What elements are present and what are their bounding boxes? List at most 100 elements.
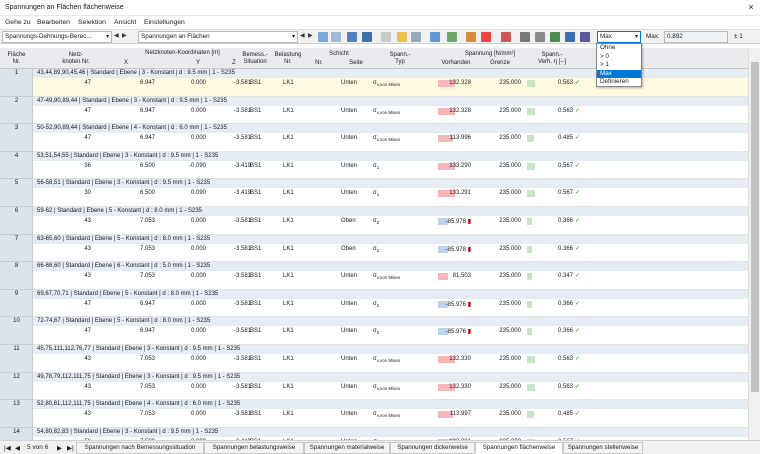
color-icon[interactable] [550,32,560,42]
columns-icon[interactable] [430,32,440,42]
close-button[interactable]: × [746,3,756,13]
scrollbar-thumb[interactable] [751,62,759,392]
table-row[interactable]: 10 72-74,67 | Standard | Ebene | 5 - Kons… [0,317,748,345]
zoom-icon[interactable] [535,32,545,42]
table-row[interactable]: 12 49,78,79,112,111,75 | Standard | Ebene… [0,372,748,401]
last-page-icon[interactable]: ▶| [67,444,74,452]
row-number-cell[interactable]: 3 [0,124,33,152]
table-row[interactable]: 5 56-58,51 | Standard | Ebene | 3 - Konst… [0,179,748,207]
first-page-icon[interactable]: |◀ [4,444,11,452]
dropdown-option[interactable]: > 0 [597,53,641,62]
tab-0[interactable]: Spannungen nach Bemessungssituation [76,442,204,454]
module-combo[interactable]: Spannungs-Dehnungs-Berec... ▾ [2,31,112,43]
data-row[interactable]: 43 7.053 0.000 -3.581 BS1 LK1 Unten σv,von Mise… [33,409,748,428]
dropdown-option[interactable]: > 1 [597,61,641,70]
lk-cell: LK1 [283,383,294,390]
table-icon[interactable] [381,32,391,42]
knoten-cell: 47 [84,135,91,142]
data-row[interactable]: 47 6.947 0.000 -3.581 BS1 LK1 Unten σ2 -85.976 ▮… [33,298,748,318]
row-number-cell[interactable]: 7 [0,234,33,263]
window: Spannungen an Flächen flächenweise × Geh… [0,0,760,454]
next-arrow-icon[interactable]: ▶ [122,32,127,39]
filter-icon[interactable] [466,32,476,42]
table-row[interactable]: 8 66-68,60 | Standard | Ebene | 6 - Konst… [0,262,748,290]
search-icon[interactable] [520,32,530,42]
y-cell: 0.000 [190,245,206,252]
tab-5[interactable]: Spannungen stellenweise [563,442,643,454]
data-row[interactable]: 43 7.053 0.000 -3.581 BS1 LK1 Unten σv,von Mise… [33,354,748,373]
ratio-bar [527,273,532,281]
z-cell: -3.581 [233,356,251,362]
print-icon[interactable] [580,32,590,42]
numbers-icon[interactable] [362,32,372,42]
table-row[interactable]: 6 59-62 | Standard | Ebene | 5 - Konstant… [0,207,748,235]
tab-4[interactable]: Spannungen flächenweise [475,442,563,454]
tab-3[interactable]: Spannungen dickenweise [390,442,475,454]
prev-arrow-icon[interactable]: ◀ [114,32,119,39]
table-row[interactable]: 3 50-52,90,89,44 | Standard | Ebene | 4 -… [0,124,748,152]
table-row[interactable]: 4 53,51,54,55 | Standard | Ebene | 3 - Ko… [0,151,748,180]
knoten-cell: 43 [84,245,91,252]
table-row[interactable]: 11 45,75,111,112,76,77 | Standard | Ebene… [0,345,748,373]
prev-arrow-icon[interactable]: ◀ [300,32,305,39]
next-arrow-icon[interactable]: ▶ [308,32,313,39]
sort-icon[interactable] [481,32,491,42]
tab-2[interactable]: Spannungen materialweise [304,442,390,454]
table-row[interactable]: 13 52,80,81,112,111,75 | Standard | Ebene… [0,400,748,428]
knoten-cell: 43 [84,411,91,418]
ratio-bar [527,162,535,170]
dropdown-option[interactable]: Max [597,69,641,78]
vorhanden-cell: 133.290 [449,162,471,169]
flag-icon[interactable] [501,32,511,42]
data-row[interactable]: 43 7.053 0.000 -3.581 BS1 LK1 Unten σv,von Mise… [33,381,748,401]
table-row[interactable]: 14 54,80,82,83 | Standard | Ebene | 3 - K… [0,427,748,440]
dropdown-option[interactable]: Definieren [597,78,641,87]
menu-item-ansicht[interactable]: Ansicht [114,19,136,26]
data-row[interactable]: 36 6.500 -0.090 -3.419 BS1 LK1 Unten σ1 133.290 2… [33,160,748,180]
folder-icon[interactable] [397,32,407,42]
table-row[interactable]: 2 47-49,90,89,44 | Standard | Ebene | 3 -… [0,96,748,125]
result-combo[interactable]: Spannungen an Flächen ▾ [138,31,298,43]
data-row[interactable]: 43 7.053 0.000 -3.581 BS1 LK1 Oben σ2 -85.978 ▮ 2… [33,243,748,263]
max-value-field[interactable]: 0.892 [664,31,728,43]
row-number-cell[interactable]: 4 [0,151,33,180]
row-number-cell[interactable]: 13 [0,400,33,428]
table-row[interactable]: 9 69,67,70,71 | Standard | Ebene | 5 - Ko… [0,289,748,318]
data-row[interactable]: 47 6.947 0.000 -3.581 BS1 LK1 Unten σv,von Mise… [33,133,748,152]
data-row[interactable]: 30 6.500 0.090 -3.419 BS1 LK1 Unten σ1 133.291 23… [33,188,748,207]
table-row[interactable]: 7 63-65,60 | Standard | Ebene | 5 - Konst… [0,234,748,263]
menu-item-einstellungen[interactable]: Einstellungen [144,19,185,26]
select-icon[interactable] [318,32,328,42]
export-icon[interactable] [447,32,457,42]
data-row[interactable]: 47 6.947 0.000 -3.581 BS1 LK1 Unten σ2 -85.976 ▮… [33,326,748,345]
menu-item-bearbeiten[interactable]: Bearbeiten [37,19,70,26]
pick-icon[interactable] [331,32,341,42]
filter-dropdown-list[interactable]: Ohne > 0 > 1 Max Definieren [596,43,642,87]
data-row[interactable]: 43 7.053 0.000 -3.581 BS1 LK1 Oben σ2 -85.978 ▮ 2… [33,216,748,235]
row-number-cell[interactable]: 11 [0,345,33,373]
row-number-cell[interactable]: 12 [0,372,33,401]
data-row[interactable]: 43 7.053 0.000 -3.581 BS1 LK1 Unten σv,von Mise… [33,271,748,290]
menu-item-gehe-zu[interactable]: Gehe zu [5,19,31,26]
menu-item-selektion[interactable]: Selektion [78,19,106,26]
row-number-cell[interactable]: 10 [0,317,33,345]
settings-icon[interactable] [565,32,575,42]
data-row[interactable]: 47 6.947 0.000 -3.581 BS1 LK1 Unten σv,von Mise… [33,105,748,125]
row-number-cell[interactable]: 14 [0,427,33,440]
seite-cell: Unten [341,80,358,86]
row-number-cell[interactable]: 9 [0,289,33,318]
row-number: 7 [14,235,19,242]
pointer-icon[interactable] [347,32,357,42]
row-number-cell[interactable]: 5 [0,179,33,207]
tab-1[interactable]: Spannungen belastungsweise [204,442,304,454]
grid-icon[interactable] [411,32,421,42]
next-page-icon[interactable]: ▶ [57,444,62,452]
row-number-cell[interactable]: 6 [0,207,33,235]
row-number-cell[interactable]: 2 [0,96,33,125]
vertical-scrollbar[interactable] [748,48,760,440]
row-number-cell[interactable]: 1 [0,69,33,97]
row-number-cell[interactable]: 8 [0,262,33,290]
dropdown-option[interactable]: Ohne [597,44,641,53]
prev-page-icon[interactable]: ◀ [15,444,20,452]
filter-combo[interactable]: Max ▾ [597,31,641,43]
